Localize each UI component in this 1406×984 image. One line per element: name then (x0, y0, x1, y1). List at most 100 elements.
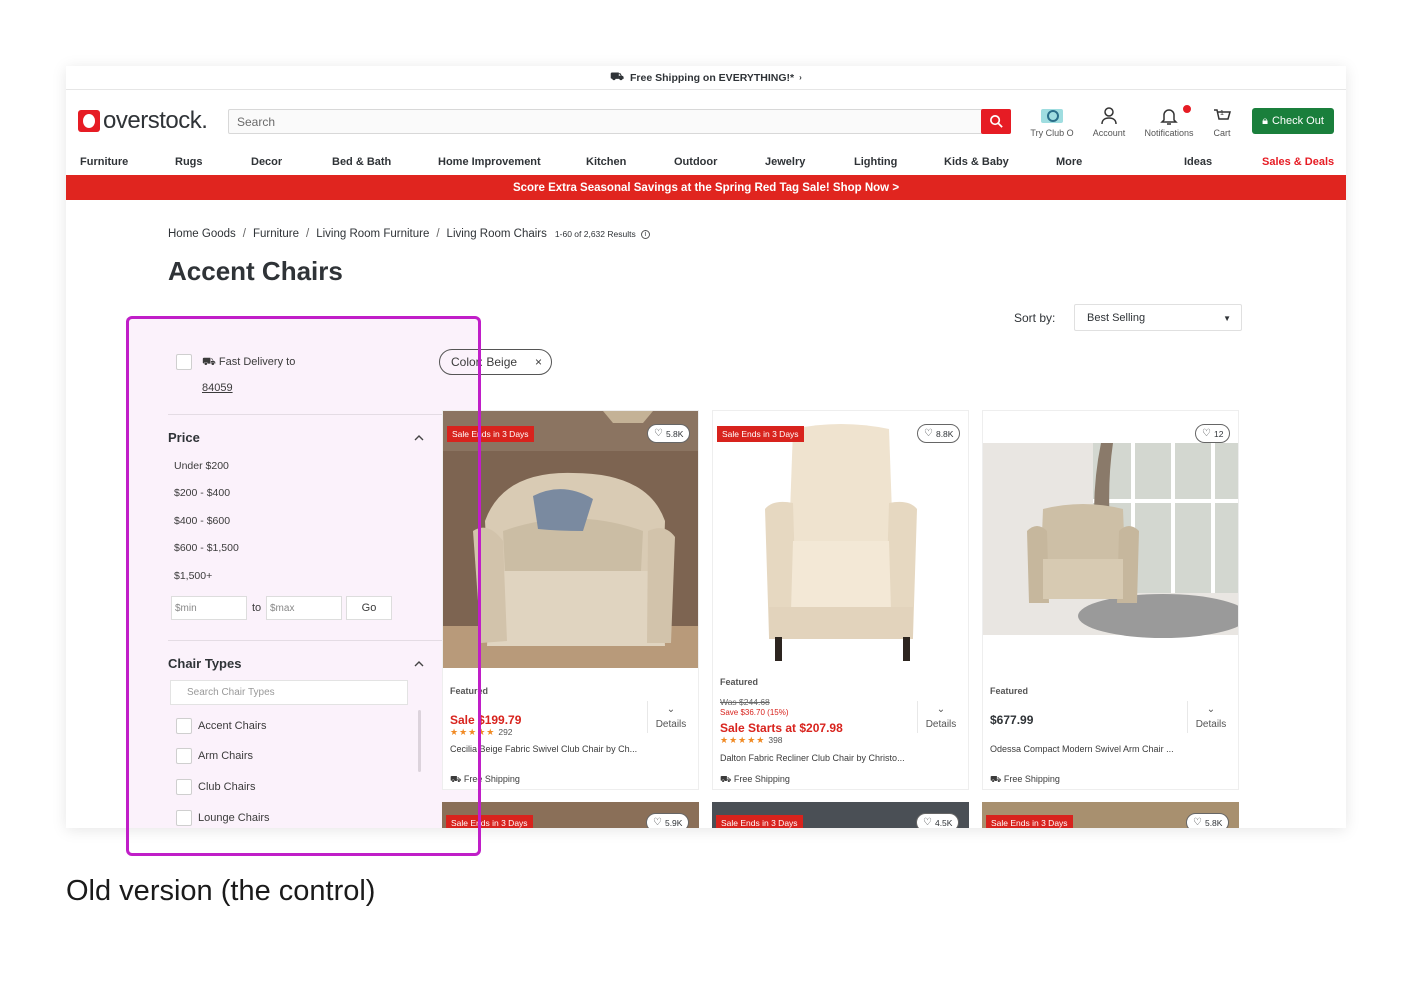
nav-rugs[interactable]: Rugs (175, 156, 203, 168)
price-heading[interactable]: Price (168, 430, 200, 445)
price-go-button[interactable]: Go (346, 596, 392, 620)
club-o-link[interactable]: Try Club O (1028, 106, 1076, 138)
chair-types-search[interactable]: Search Chair Types (170, 680, 408, 705)
promo-bar[interactable]: ⛟ Free Shipping on EVERYTHING!* › (66, 66, 1346, 90)
nav-outdoor[interactable]: Outdoor (674, 156, 717, 168)
user-icon (1101, 107, 1117, 125)
heart-icon: ♡ (1202, 428, 1211, 439)
fast-delivery-label: ⛟ Fast Delivery to (202, 356, 296, 368)
product-image[interactable]: Sale Ends in 3 Days ♡ 8.8K (713, 411, 968, 668)
chevron-up-icon[interactable] (413, 432, 425, 444)
product-name[interactable]: Cecilia Beige Fabric Swivel Club Chair b… (450, 744, 645, 754)
nav-jewelry[interactable]: Jewelry (765, 156, 805, 168)
sale-tag: Sale Ends in 3 Days (717, 426, 804, 442)
product-card[interactable]: ♡ 12 Featured $677.99 ⌄ Details Odessa Com… (982, 410, 1239, 790)
cart-link[interactable]: 1 Cart (1206, 106, 1238, 138)
was-price: Was $244.68 (720, 697, 770, 707)
sale-tag: Sale Ends in 3 Days (446, 815, 533, 828)
truck-icon: ⛟ (202, 356, 219, 368)
nav-decor[interactable]: Decor (251, 156, 282, 168)
breadcrumb-home-goods[interactable]: Home Goods (168, 228, 236, 240)
details-toggle[interactable]: ⌄ Details (921, 704, 961, 730)
favorite-button[interactable]: ♡ 12 (1195, 424, 1231, 443)
nav-sales-deals[interactable]: Sales & Deals (1262, 156, 1334, 168)
product-name[interactable]: Dalton Fabric Recliner Club Chair by Chr… (720, 753, 915, 763)
category-nav: Furniture Rugs Decor Bed & Bath Home Imp… (66, 152, 1346, 175)
nav-bed-bath[interactable]: Bed & Bath (332, 156, 391, 168)
price-max-input[interactable]: $max (266, 596, 342, 620)
product-image[interactable]: Sale Ends in 3 Days ♡ 5.8K (443, 411, 698, 668)
sale-banner[interactable]: Score Extra Seasonal Savings at the Spri… (66, 175, 1346, 200)
nav-home-improvement[interactable]: Home Improvement (438, 156, 541, 168)
results-count: 1-60 of 2,632 Results (554, 229, 636, 239)
arm-chairs-checkbox[interactable] (176, 748, 192, 764)
nav-ideas[interactable]: Ideas (1184, 156, 1212, 168)
sort-select[interactable]: Best Selling ▼ (1074, 304, 1242, 331)
fast-delivery-checkbox[interactable] (176, 354, 192, 370)
price-under-200[interactable]: Under $200 (174, 460, 229, 472)
breadcrumb-furniture[interactable]: Furniture (253, 228, 299, 240)
heart-icon: ♡ (653, 817, 662, 828)
breadcrumb-living-room-furniture[interactable]: Living Room Furniture (316, 228, 429, 240)
details-toggle[interactable]: ⌄ Details (1191, 704, 1231, 730)
heart-icon: ♡ (1193, 817, 1202, 828)
search-button[interactable] (981, 109, 1011, 134)
notifications-link[interactable]: Notifications (1140, 104, 1198, 138)
product-name[interactable]: Odessa Compact Modern Swivel Arm Chair .… (990, 744, 1185, 754)
checkout-button[interactable]: 🔒︎ Check Out (1252, 108, 1334, 134)
favorite-button[interactable]: ♡ 4.5K (916, 813, 960, 828)
checkout-label: Check Out (1271, 115, 1324, 127)
featured-label: Featured (450, 686, 489, 696)
breadcrumb-living-room-chairs[interactable]: Living Room Chairs (447, 228, 547, 240)
scrollbar[interactable] (418, 710, 421, 772)
product-card[interactable]: Sale Ends in 3 Days ♡ 4.5K (712, 802, 969, 828)
search-input[interactable] (229, 110, 969, 133)
info-icon[interactable]: i (640, 229, 650, 239)
product-card[interactable]: Sale Ends in 3 Days ♡ 5.8K Featured Sale … (442, 410, 699, 790)
chair-types-heading[interactable]: Chair Types (168, 656, 241, 671)
product-card[interactable]: Sale Ends in 3 Days ♡ 5.9K (442, 802, 699, 828)
color-filter-chip[interactable]: Color: Beige × (439, 349, 552, 375)
caption: Old version (the control) (66, 875, 376, 907)
favorite-button[interactable]: ♡ 8.8K (917, 424, 961, 443)
truck-icon: ⛟ (450, 774, 464, 784)
price-600-1500[interactable]: $600 - $1,500 (174, 542, 239, 554)
overstock-logo[interactable]: overstock. (78, 107, 208, 134)
zip-code-link[interactable]: 84059 (202, 382, 233, 394)
filter-sidebar: ⛟ Fast Delivery to 84059 Price Under $20… (126, 318, 488, 828)
nav-lighting[interactable]: Lighting (854, 156, 897, 168)
promo-text: Free Shipping on EVERYTHING!* (630, 71, 795, 84)
favorite-button[interactable]: ♡ 5.9K (646, 813, 690, 828)
product-card[interactable]: Sale Ends in 3 Days ♡ 5.8K (982, 802, 1239, 828)
sale-tag: Sale Ends in 3 Days (986, 815, 1073, 828)
savings: Save $36.70 (15%) (720, 708, 789, 717)
favorite-button[interactable]: ♡ 5.8K (1186, 813, 1230, 828)
lounge-chairs-checkbox[interactable] (176, 810, 192, 826)
truck-icon: ⛟ (610, 70, 625, 83)
nav-more[interactable]: More (1056, 156, 1082, 168)
account-link[interactable]: Account (1086, 106, 1132, 138)
product-image[interactable]: ♡ 12 (983, 411, 1238, 668)
nav-furniture[interactable]: Furniture (80, 156, 128, 168)
free-shipping: ⛟ Free Shipping (450, 774, 520, 784)
club-chairs-checkbox[interactable] (176, 779, 192, 795)
nav-kitchen[interactable]: Kitchen (586, 156, 626, 168)
details-toggle[interactable]: ⌄ Details (651, 704, 691, 730)
close-icon[interactable]: × (535, 355, 542, 369)
price-400-600[interactable]: $400 - $600 (174, 515, 230, 527)
favorite-button[interactable]: ♡ 5.8K (647, 424, 691, 443)
caret-icon: › (799, 73, 802, 82)
product-card[interactable]: Sale Ends in 3 Days ♡ 8.8K Featured Was $… (712, 410, 969, 790)
notification-badge (1182, 104, 1192, 114)
nav-kids-baby[interactable]: Kids & Baby (944, 156, 1009, 168)
club-o-label: Try Club O (1030, 128, 1074, 138)
bell-icon (1160, 109, 1178, 125)
divider (917, 701, 918, 733)
price-1500-plus[interactable]: $1,500+ (174, 570, 212, 582)
swivel-chair-image (443, 411, 698, 668)
price-min-input[interactable]: $min (171, 596, 247, 620)
accent-chairs-checkbox[interactable] (176, 718, 192, 734)
chevron-up-icon[interactable] (413, 658, 425, 670)
price-200-400[interactable]: $200 - $400 (174, 487, 230, 499)
lock-icon: 🔒︎ (1262, 114, 1268, 127)
